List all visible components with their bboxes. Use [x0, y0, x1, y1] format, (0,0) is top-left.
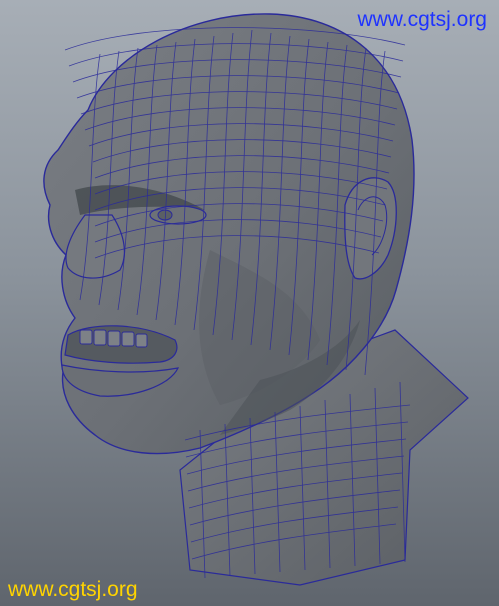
head-model-render: [43, 13, 469, 586]
watermark-bottom: www.cgtsj.org: [8, 578, 138, 601]
3d-viewport: www.cgtsj.org www.cgtsj.org: [0, 0, 499, 606]
watermark-top: www.cgtsj.org: [357, 8, 487, 31]
